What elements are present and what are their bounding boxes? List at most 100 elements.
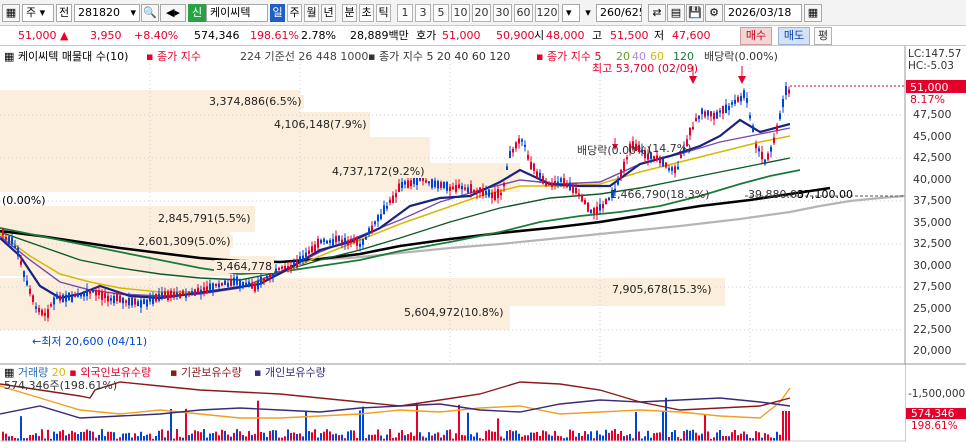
- candle-body: [470, 184, 472, 193]
- period-year[interactable]: 년: [321, 4, 336, 22]
- candle-body: [311, 246, 313, 253]
- volume-bar: [206, 437, 208, 441]
- market-select-value: 주: [26, 6, 37, 19]
- interval-60[interactable]: 60: [514, 4, 533, 22]
- volume-bar: [188, 435, 190, 441]
- interval-30[interactable]: 30: [493, 4, 512, 22]
- candle-body: [203, 287, 205, 291]
- volume-bar: [722, 435, 724, 441]
- interval-120[interactable]: 120: [535, 4, 559, 22]
- volume-bar: [8, 436, 10, 441]
- candle-body: [329, 240, 331, 243]
- interval-10[interactable]: 10: [451, 4, 470, 22]
- interval-dropdown[interactable]: ▾: [562, 4, 580, 22]
- high-label: 고: [592, 29, 603, 42]
- candle-body: [362, 239, 364, 245]
- eval-button[interactable]: 평: [814, 27, 832, 45]
- candle-body: [95, 290, 97, 296]
- period-minute[interactable]: 분: [342, 4, 357, 22]
- count-field[interactable]: 260/625: [596, 4, 642, 22]
- volume-bar: [602, 435, 604, 441]
- volume-bar: [41, 429, 43, 441]
- buy-button[interactable]: 매수: [740, 27, 772, 45]
- speaker-icon[interactable]: ◀▸: [160, 4, 186, 22]
- volume-bar: [683, 431, 685, 441]
- y-tick: 25,000: [913, 302, 952, 315]
- sin-badge[interactable]: 신: [188, 4, 206, 22]
- grid-menu-icon[interactable]: ▦: [4, 50, 14, 63]
- market-select[interactable]: 주 ▾: [22, 4, 54, 22]
- candle-body: [167, 291, 169, 301]
- jeon-toggle[interactable]: 전: [56, 4, 72, 22]
- search-icon[interactable]: 🔍: [141, 4, 159, 22]
- stock-name-field: 케이씨텍: [206, 4, 268, 22]
- volume-bar: [401, 430, 403, 441]
- volume-bar: [83, 431, 85, 441]
- volume-bar: [251, 434, 253, 441]
- candle-body: [44, 312, 46, 316]
- volume-bar: [689, 430, 691, 441]
- calendar-icon[interactable]: ▦: [804, 4, 822, 22]
- volume-bar: [542, 430, 544, 441]
- volume-bar: [518, 433, 520, 441]
- candle-body: [554, 180, 556, 184]
- sell-button[interactable]: 매도: [778, 27, 810, 45]
- grid-menu-icon[interactable]: ▦: [2, 4, 20, 22]
- save-icon[interactable]: 💾: [686, 4, 704, 22]
- candle-body: [776, 125, 778, 131]
- candle-body: [404, 181, 406, 185]
- settings-icon[interactable]: ⚙: [705, 4, 723, 22]
- interval-5[interactable]: 5: [433, 4, 449, 22]
- grid-icon[interactable]: ▤: [667, 4, 685, 22]
- candle-body: [308, 250, 310, 254]
- volume-bar: [299, 433, 301, 441]
- price-chart[interactable]: ▦ 케이씨텍 매물대 수(10) ▪ 종가 지수 224 기준선 26 448 …: [0, 46, 966, 442]
- grid-menu-icon[interactable]: ▦: [4, 366, 14, 379]
- stock-code-input[interactable]: 281820 ▾: [74, 4, 140, 22]
- volume-bar: [485, 430, 487, 441]
- candle-body: [254, 283, 256, 292]
- volume-bar: [29, 435, 31, 441]
- price-39880-annotation: 39,880.00: [748, 188, 804, 201]
- volume-bar: [665, 397, 667, 441]
- volume-bar: [662, 410, 664, 441]
- period-tick[interactable]: 틱: [376, 4, 391, 22]
- period-day[interactable]: 일: [270, 4, 285, 22]
- candle-body: [101, 291, 103, 300]
- candle-body: [278, 267, 280, 270]
- candle-body: [593, 208, 595, 214]
- candle-body: [485, 190, 487, 195]
- chevron-down-icon[interactable]: ▾: [582, 4, 594, 22]
- period-second[interactable]: 초: [359, 4, 374, 22]
- volume-bar: [167, 430, 169, 441]
- period-month[interactable]: 월: [304, 4, 319, 22]
- candle-body: [464, 187, 466, 190]
- candle-body: [104, 293, 106, 299]
- interval-20[interactable]: 20: [472, 4, 491, 22]
- volume-bar: [713, 437, 715, 441]
- candle-body: [149, 297, 151, 302]
- candle-body: [590, 209, 592, 213]
- candle-body: [293, 261, 295, 265]
- interval-3[interactable]: 3: [415, 4, 431, 22]
- volume-bar: [59, 431, 61, 441]
- arrows-icon[interactable]: ⇄: [648, 4, 666, 22]
- date-input[interactable]: 2026/03/18: [724, 4, 802, 22]
- candle-body: [230, 279, 232, 286]
- vp-label: 2,601,309(5.0%): [136, 235, 233, 248]
- sub-inst-legend: ▪ 기관보유수량: [170, 366, 242, 379]
- volume-bar: [137, 436, 139, 441]
- candle-body: [242, 281, 244, 288]
- candle-body: [29, 288, 31, 294]
- candle-body: [527, 154, 529, 160]
- interval-1[interactable]: 1: [397, 4, 413, 22]
- volume-bar: [131, 437, 133, 441]
- volume-bar: [290, 432, 292, 441]
- square-icon: ▪: [368, 50, 376, 63]
- volume-bar: [221, 429, 223, 441]
- volume-bar: [533, 432, 535, 441]
- volume-bar: [422, 436, 424, 441]
- candle-body: [170, 290, 172, 297]
- period-week[interactable]: 주: [287, 4, 302, 22]
- candle-body: [332, 239, 334, 246]
